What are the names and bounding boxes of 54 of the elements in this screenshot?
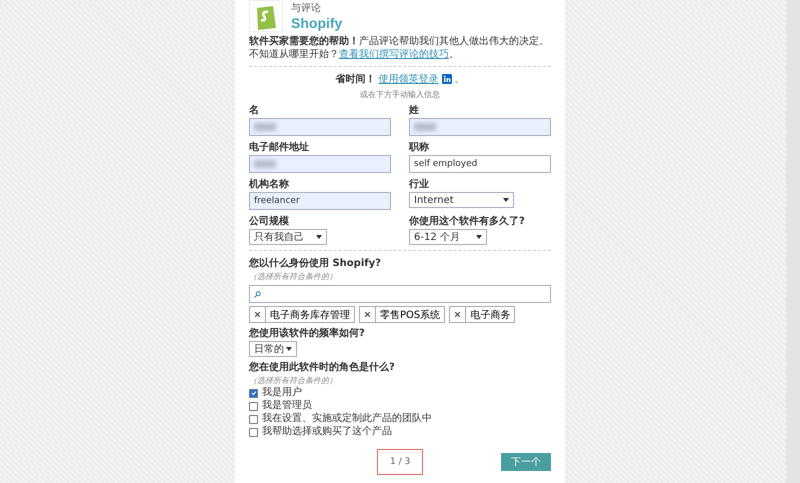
save-time-text: 省时间！ bbox=[336, 72, 376, 86]
caret-icon bbox=[503, 198, 509, 202]
hint-text: （选择所有符合条件的） bbox=[249, 271, 338, 282]
question-text: 您在使用此软件时的角色是什么? bbox=[249, 360, 396, 374]
search-field[interactable] bbox=[249, 285, 551, 303]
field-label: 行业 bbox=[409, 178, 430, 191]
caret-icon bbox=[476, 235, 482, 239]
caret-icon bbox=[316, 235, 322, 239]
input-field[interactable] bbox=[249, 155, 391, 173]
checkbox-option[interactable]: 我在设置、实施或定制此产品的团队中 bbox=[249, 413, 551, 425]
field-label: 名 bbox=[249, 104, 260, 117]
tips-link[interactable]: 查看我们撰写评论的技巧 bbox=[339, 49, 449, 60]
input-field[interactable]: self employed bbox=[409, 155, 551, 173]
input-field[interactable] bbox=[249, 118, 391, 136]
linkedin-icon[interactable] bbox=[442, 74, 452, 84]
field-label: 姓 bbox=[409, 104, 420, 117]
dropdown[interactable]: 6-12 个月 bbox=[409, 229, 487, 245]
field-label: 电子邮件地址 bbox=[249, 140, 310, 154]
page-counter: 1 / 3 bbox=[377, 449, 424, 475]
product-name: Shopify bbox=[291, 15, 342, 31]
hint-text: （选择所有符合条件的） bbox=[249, 375, 338, 386]
field-label: 职称 bbox=[409, 140, 430, 154]
intro-text: 软件买家需要您的帮助！产品评论帮助我们其他人做出伟大的决定。不知道从哪里开始？查看我们撰写评论的技巧。 bbox=[249, 35, 550, 61]
checkbox[interactable] bbox=[249, 414, 258, 424]
search-icon bbox=[254, 290, 261, 298]
page-title: 与评论 bbox=[291, 2, 322, 15]
selected-tag[interactable]: 零售POS系统 bbox=[359, 306, 446, 323]
dropdown[interactable]: 日常的 bbox=[249, 341, 297, 357]
input-field[interactable] bbox=[409, 118, 551, 136]
close-icon[interactable] bbox=[255, 312, 260, 317]
checkbox[interactable] bbox=[249, 388, 258, 398]
checkbox-option[interactable]: 我帮助选择或购买了这个产品 bbox=[249, 426, 551, 438]
selected-tag[interactable]: 电子商务 bbox=[449, 306, 516, 323]
checkbox-option[interactable]: 我是管理员 bbox=[249, 400, 551, 412]
checkbox[interactable] bbox=[249, 428, 258, 436]
close-icon[interactable] bbox=[365, 312, 370, 317]
field-value: self employed bbox=[414, 159, 478, 169]
selected-tag[interactable]: 电子商务库存管理 bbox=[249, 306, 355, 323]
field-value: freelancer bbox=[254, 196, 300, 206]
caret-icon bbox=[286, 347, 292, 351]
checkbox[interactable] bbox=[249, 402, 258, 410]
question-text: 您使用该软件的频率如何? bbox=[249, 326, 366, 340]
manual-entry-note: 或在下方手动输入信息 bbox=[360, 89, 440, 100]
field-label: 公司规模 bbox=[249, 214, 290, 228]
input-field[interactable]: freelancer bbox=[249, 192, 391, 210]
period-text: 。 bbox=[454, 73, 464, 86]
linkedin-login-link[interactable]: 使用领英登录 bbox=[378, 72, 438, 86]
checkbox-option[interactable]: 我是用户 bbox=[249, 387, 551, 399]
field-label: 你使用这个软件有多久了? bbox=[409, 214, 526, 228]
dropdown[interactable]: 只有我自己 bbox=[249, 229, 327, 245]
question-text: 您以什么身份使用 Shopify? bbox=[249, 256, 382, 270]
close-icon[interactable] bbox=[455, 312, 460, 317]
dropdown[interactable]: Internet bbox=[409, 192, 514, 208]
field-label: 机构名称 bbox=[249, 178, 290, 191]
